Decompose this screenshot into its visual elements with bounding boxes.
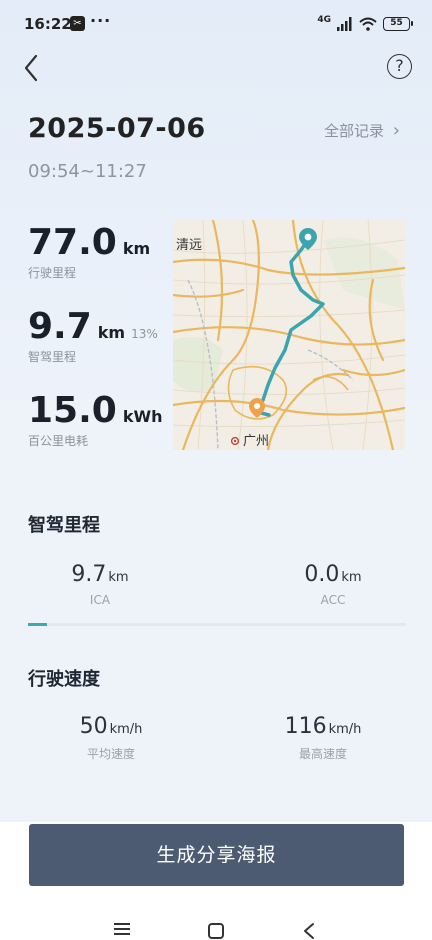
menu-nav-icon[interactable] <box>113 922 131 936</box>
all-records-link[interactable]: 全部记录 › <box>324 120 400 141</box>
smart-drive-unit: km <box>97 323 126 342</box>
trip-date: 2025-07-06 <box>28 113 206 144</box>
distance-unit: km <box>122 239 151 258</box>
status-bar: 16:22 ✂ ··· 4G 55 <box>0 0 432 48</box>
map-label-qingyuan: 清远 <box>176 238 202 253</box>
signal-icon <box>337 17 352 31</box>
smart-drive-scroll-thumb[interactable] <box>28 623 47 626</box>
more-notifications-icon: ··· <box>90 11 112 30</box>
avg-speed-value: 50 <box>79 714 108 739</box>
acc-unit: km <box>341 570 362 585</box>
battery-icon: 55 <box>383 17 413 31</box>
speed-section-title: 行驶速度 <box>28 669 100 690</box>
app-notification-icon: ✂ <box>70 16 85 31</box>
back-button[interactable] <box>18 52 48 84</box>
route-map[interactable]: 清远 广州 <box>173 220 405 450</box>
smart-drive-percent: 13% <box>131 327 158 341</box>
avg-speed-metric: 50 km/h 平均速度 <box>66 714 156 762</box>
ica-label: ICA <box>89 593 111 607</box>
back-nav-icon[interactable] <box>302 922 316 940</box>
smart-drive-section-title: 智驾里程 <box>28 515 100 536</box>
ica-value: 9.7 <box>71 562 107 587</box>
smart-drive-label: 智驾里程 <box>28 350 77 364</box>
map-label-guangzhou: 广州 <box>243 434 269 449</box>
distance-value: 77.0 <box>28 222 117 263</box>
chevron-right-icon: › <box>392 120 400 141</box>
help-button[interactable]: ? <box>387 54 412 79</box>
chevron-left-icon <box>24 54 38 82</box>
consumption-unit: kWh <box>122 407 163 426</box>
acc-metric: 0.0 km ACC <box>293 562 373 607</box>
consumption-value: 15.0 <box>28 390 117 431</box>
avg-speed-unit: km/h <box>109 722 143 737</box>
status-time: 16:22 <box>24 15 72 33</box>
ica-metric: 9.7 km ICA <box>60 562 140 607</box>
trip-time-range: 09:54~11:27 <box>28 161 147 182</box>
ica-unit: km <box>108 570 129 585</box>
distance-label: 行驶里程 <box>28 266 77 280</box>
consumption-stat: 15.0 kWh 百公里电耗 <box>28 390 163 449</box>
consumption-label: 百公里电耗 <box>28 434 89 448</box>
distance-stat: 77.0 km 行驶里程 <box>28 222 150 281</box>
home-nav-icon[interactable] <box>207 922 225 940</box>
network-type: 4G <box>317 15 331 25</box>
acc-value: 0.0 <box>304 562 340 587</box>
max-speed-value: 116 <box>284 714 327 739</box>
wifi-icon <box>359 17 377 31</box>
status-icons: 4G 55 <box>317 15 413 33</box>
map-canvas: 清远 广州 <box>173 220 405 450</box>
smart-drive-value: 9.7 <box>28 306 92 347</box>
all-records-label: 全部记录 <box>324 122 385 140</box>
smart-drive-scroll-track[interactable] <box>28 623 406 626</box>
smart-drive-stat: 9.7 km 13% 智驾里程 <box>28 306 158 365</box>
max-speed-label: 最高速度 <box>298 747 347 761</box>
generate-share-poster-button[interactable]: 生成分享海报 <box>29 824 404 886</box>
acc-label: ACC <box>320 593 346 607</box>
max-speed-metric: 116 km/h 最高速度 <box>273 714 373 762</box>
avg-speed-label: 平均速度 <box>86 747 135 761</box>
max-speed-unit: km/h <box>328 722 362 737</box>
